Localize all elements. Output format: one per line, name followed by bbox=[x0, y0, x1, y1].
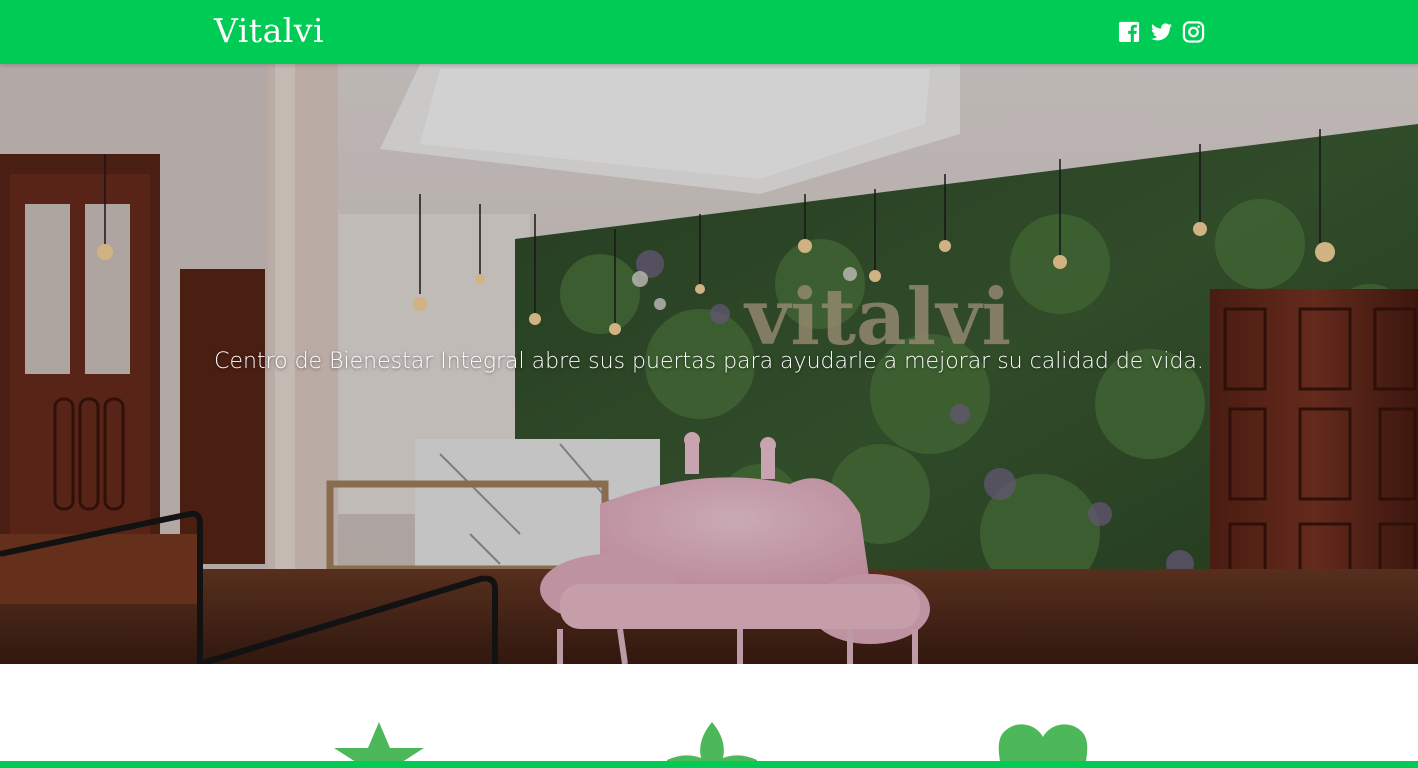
bottom-green-bar bbox=[0, 761, 1418, 768]
top-navbar: Vitalvi bbox=[0, 0, 1418, 64]
social-links bbox=[1118, 19, 1205, 44]
facebook-square-icon bbox=[1118, 21, 1140, 43]
instagram-link[interactable] bbox=[1182, 19, 1205, 44]
brand-logo-link[interactable]: Vitalvi bbox=[214, 11, 324, 50]
twitter-icon bbox=[1150, 23, 1173, 41]
hero-banner: vitalvi Centro de Bienestar Integral abr… bbox=[0, 64, 1418, 664]
twitter-link[interactable] bbox=[1150, 19, 1173, 44]
hero-tagline: Centro de Bienestar Integral abre sus pu… bbox=[214, 349, 1204, 374]
features-section bbox=[0, 664, 1418, 768]
instagram-icon bbox=[1182, 21, 1205, 43]
facebook-link[interactable] bbox=[1118, 19, 1141, 44]
